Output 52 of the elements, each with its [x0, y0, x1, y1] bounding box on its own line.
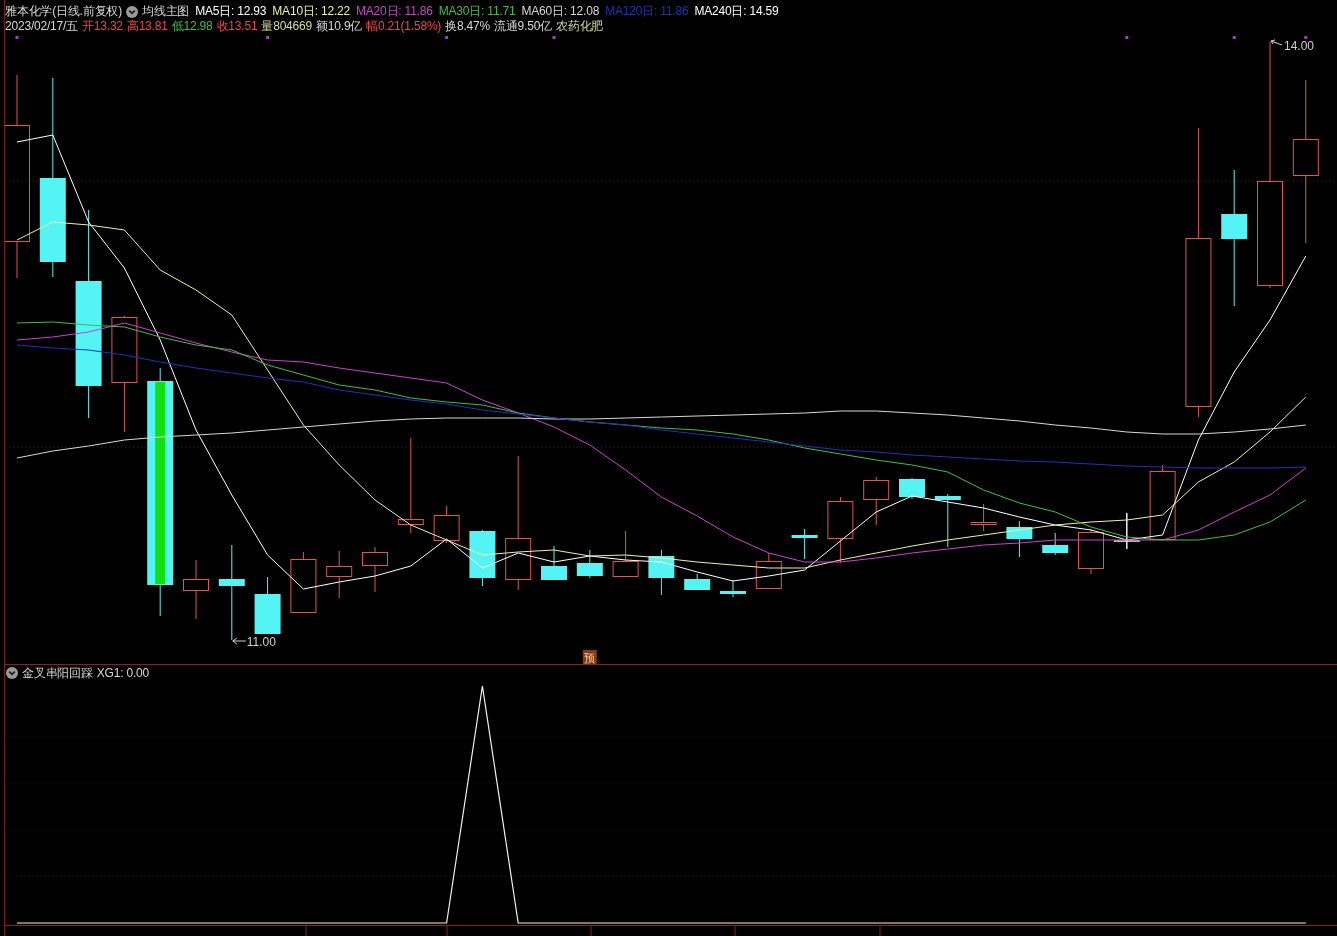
quote-value: 量804669	[261, 19, 313, 34]
indicator-name[interactable]: 均线主图	[141, 4, 190, 19]
candlestick	[970, 503, 997, 532]
candlestick	[755, 552, 782, 589]
chevron-circle-icon[interactable]	[6, 667, 18, 679]
high-price-label: 14.00	[1284, 39, 1315, 53]
candlestick	[1078, 528, 1104, 575]
moving-average-reading: MA30日: 11.71	[438, 4, 516, 19]
moving-average-reading: MA60日: 12.08	[521, 4, 600, 19]
quote-value: 幅0.21(1.58%)	[366, 19, 442, 34]
quote-value: 开13.32	[82, 19, 123, 34]
moving-average-reading: MA20日: 11.86	[355, 4, 433, 19]
candlestick	[183, 559, 209, 620]
indicator-title[interactable]: 金叉串阳回踩	[22, 665, 93, 681]
quote-value: 额10.9亿	[316, 19, 363, 34]
candlestick	[326, 550, 353, 599]
candlestick	[648, 549, 675, 596]
candlestick	[684, 573, 711, 591]
candlestick	[576, 549, 603, 579]
moving-average-reading: MA240日: 14.59	[694, 4, 779, 19]
candlestick	[863, 476, 890, 526]
quote-value: 低12.98	[171, 19, 213, 34]
candlestick	[362, 546, 388, 593]
candlestick	[290, 551, 317, 613]
quote-value: 收13.51	[216, 19, 258, 34]
candlestick	[433, 505, 460, 544]
chart-title: 雅本化学(日线.前复权)	[5, 4, 122, 19]
quote-value: 高13.81	[126, 19, 168, 34]
quote-value: 2023/02/17/五	[5, 19, 78, 34]
quote-value: 换8.47%	[445, 19, 490, 34]
candlestick	[612, 530, 639, 577]
candlestick	[541, 545, 567, 581]
candlestick	[720, 579, 746, 598]
candlestick	[254, 576, 281, 635]
candlestick	[1113, 512, 1141, 550]
quote-value: 农药化肥	[555, 19, 604, 34]
moving-average-reading: MA10日: 12.22	[272, 4, 350, 19]
indicator-reading: XG1: 0.00	[96, 665, 150, 681]
candlestick	[1006, 520, 1033, 558]
candlestick	[469, 529, 496, 587]
leader-arrow	[1270, 39, 1283, 46]
candlestick	[791, 528, 818, 560]
candlestick	[934, 493, 961, 548]
forecast-badge: 预	[582, 650, 597, 664]
quote-value: 流通9.50亿	[494, 19, 552, 34]
moving-average-reading: MA5日: 12.93	[195, 4, 267, 19]
low-price-label: 11.00	[246, 635, 276, 649]
candlestick	[899, 477, 925, 500]
moving-average-reading: MA120日: 11.86	[605, 4, 689, 19]
candlestick	[1042, 532, 1069, 556]
leader-arrow	[232, 637, 247, 645]
chevron-circle-icon[interactable]	[125, 5, 138, 18]
